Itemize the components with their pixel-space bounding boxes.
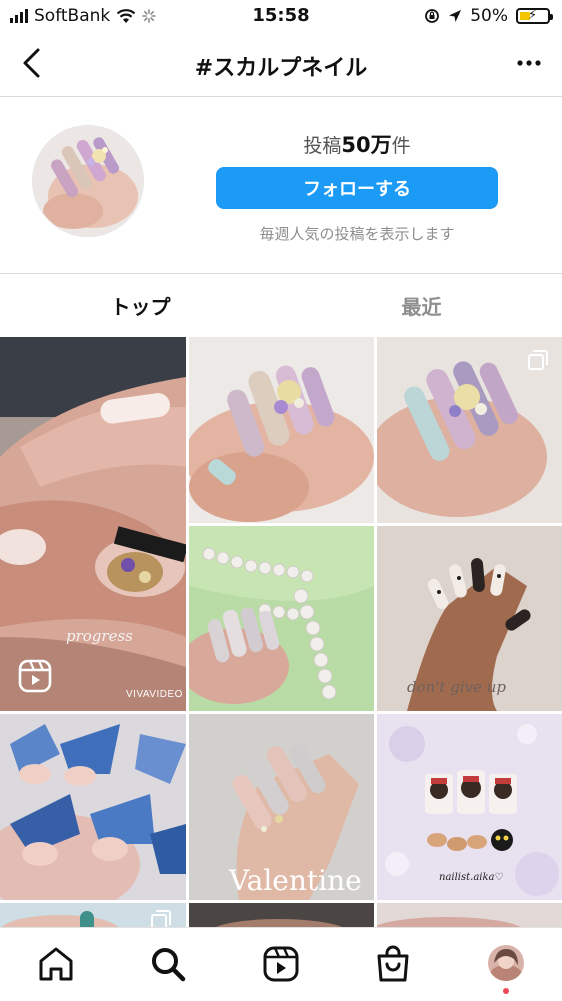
overlay-text-dont-give-up: don't give up <box>407 678 506 696</box>
tab-top[interactable]: トップ <box>0 274 281 336</box>
grid-post[interactable] <box>0 714 186 900</box>
overlay-text-nailist: nailist.aika♡ <box>439 872 504 883</box>
grid-post[interactable] <box>189 903 374 927</box>
status-right-group: 50% ⚡ <box>424 6 553 26</box>
carousel-icon <box>528 350 548 370</box>
battery-percent: 50% <box>470 6 508 26</box>
grid-post[interactable]: nailist.aika♡ <box>377 714 562 900</box>
header-bar: #スカルプネイル <box>0 34 562 97</box>
follow-button[interactable]: フォローする <box>216 167 498 209</box>
home-icon[interactable] <box>36 944 76 984</box>
post-grid: progress VIVAVIDEO don't give up Valenti… <box>0 337 562 927</box>
notification-dot <box>503 988 509 994</box>
bottom-navigation <box>0 927 562 1001</box>
overlay-text-valentine: Valentine <box>229 864 362 897</box>
profile-avatar[interactable] <box>488 945 524 981</box>
location-arrow-icon <box>449 10 462 22</box>
more-options-icon[interactable] <box>514 48 544 78</box>
grid-post[interactable] <box>377 903 562 927</box>
battery-charging-icon: ⚡ <box>516 8 553 24</box>
grid-post-carousel[interactable] <box>377 337 562 523</box>
hashtag-info: 投稿50万件 フォローする 毎週人気の投稿を表示します <box>0 97 562 274</box>
tab-recent[interactable]: 最近 <box>281 274 562 336</box>
post-count-value: 50万 <box>341 133 392 157</box>
grid-post[interactable] <box>189 526 374 711</box>
grid-post[interactable] <box>0 903 186 927</box>
watermark-vivavideo: VIVAVIDEO <box>126 689 183 700</box>
status-bar: SoftBank 15:58 50% ⚡ <box>0 0 562 34</box>
grid-post[interactable]: don't give up <box>377 526 562 711</box>
carousel-icon <box>151 910 171 927</box>
overlay-text-progress: progress <box>66 627 133 645</box>
grid-post-reel[interactable]: progress VIVAVIDEO <box>0 337 186 711</box>
post-count: 投稿50万件 <box>216 129 498 159</box>
feed-tabs: トップ 最近 <box>0 274 562 336</box>
reels-badge-icon <box>18 659 52 693</box>
grid-post[interactable] <box>189 337 374 523</box>
search-icon[interactable] <box>148 944 188 984</box>
page-title: #スカルプネイル <box>194 56 368 81</box>
orientation-lock-icon <box>425 9 440 23</box>
grid-post[interactable]: Valentine <box>189 714 374 900</box>
weekly-top-note: 毎週人気の投稿を表示します <box>259 225 455 243</box>
hashtag-avatar-image <box>32 125 144 237</box>
post-count-prefix: 投稿 <box>303 135 342 157</box>
shop-icon[interactable] <box>373 944 413 984</box>
reels-icon[interactable] <box>261 944 301 984</box>
post-count-suffix: 件 <box>391 135 411 157</box>
